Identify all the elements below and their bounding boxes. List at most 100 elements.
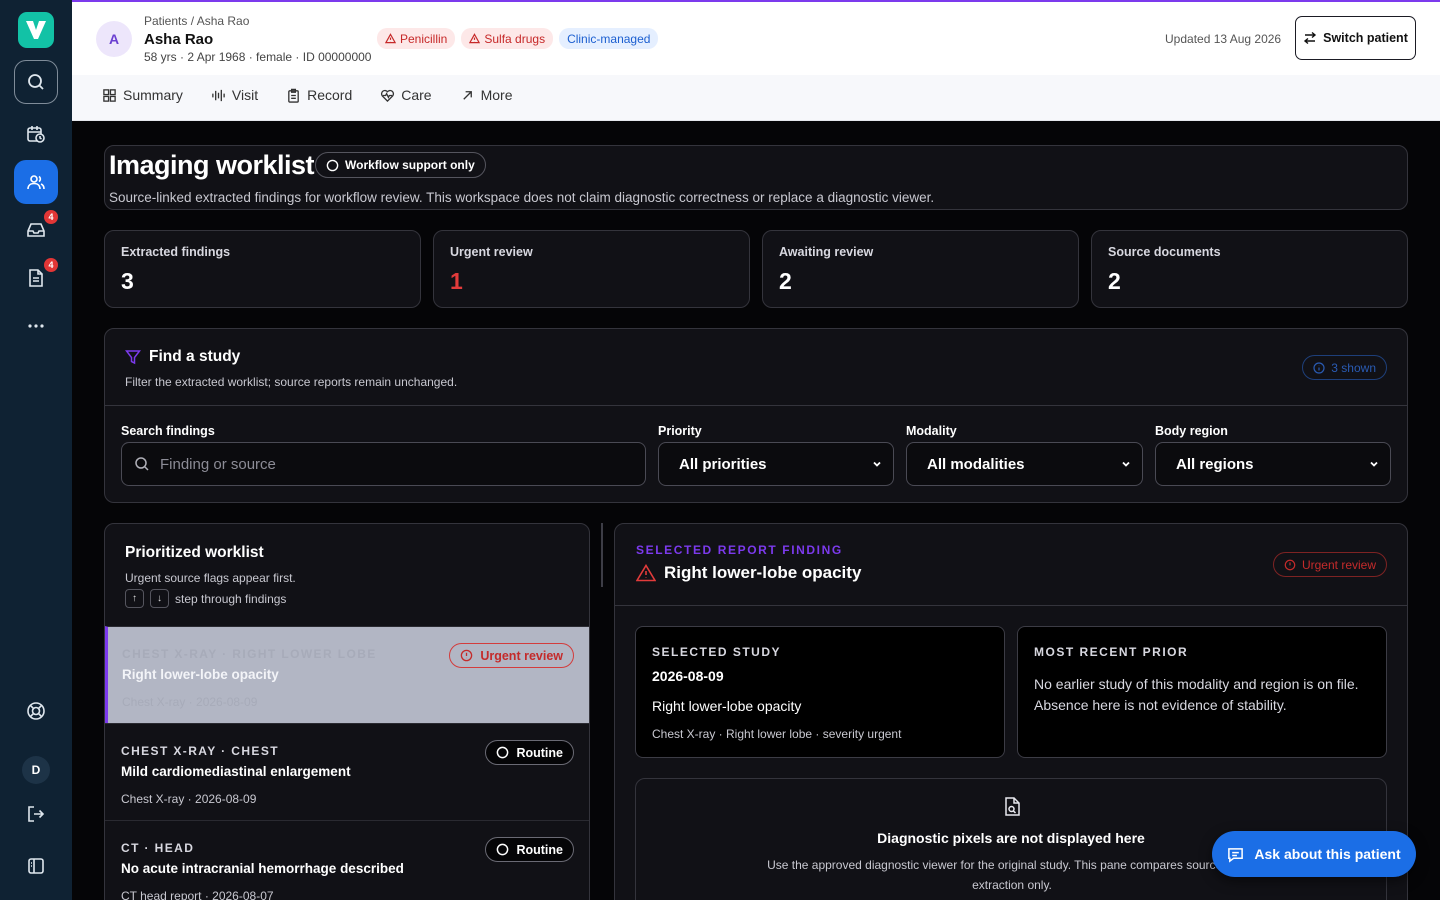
worklist-row[interactable]: CT · HEAD No acute intracranial hemorrha… bbox=[105, 820, 589, 900]
rail-inbox-button[interactable]: 4 bbox=[14, 208, 58, 252]
tab-more[interactable]: More bbox=[460, 87, 513, 103]
selected-study-label: SELECTED STUDY bbox=[652, 645, 782, 659]
rail-more-button[interactable] bbox=[14, 304, 58, 348]
rail-search-button[interactable] bbox=[14, 60, 58, 104]
page-header-card: Imaging worklist Workflow support only S… bbox=[104, 145, 1408, 210]
chip-label: Penicillin bbox=[400, 31, 448, 46]
clipboard-icon bbox=[288, 88, 299, 103]
detail-title: Right lower-lobe opacity bbox=[636, 563, 861, 583]
stat-urgent-review: Urgent review 1 bbox=[433, 230, 750, 308]
row-category: CHEST X-RAY · CHEST bbox=[121, 744, 279, 758]
search-findings-input[interactable]: Finding or source bbox=[121, 442, 646, 486]
selected-study-card: SELECTED STUDY 2026-08-09 Right lower-lo… bbox=[635, 626, 1005, 758]
detail-title-text: Right lower-lobe opacity bbox=[664, 563, 862, 582]
left-rail: 4 4 D bbox=[0, 0, 72, 900]
tab-label: Care bbox=[401, 87, 432, 103]
circle-icon bbox=[497, 843, 509, 856]
circle-icon bbox=[326, 159, 339, 171]
allergy-chip-penicillin[interactable]: Penicillin bbox=[377, 28, 456, 49]
routine-status-pill: Routine bbox=[485, 837, 574, 862]
rail-schedule-button[interactable] bbox=[14, 112, 58, 156]
detail-status: Urgent review bbox=[1301, 557, 1376, 572]
worklist-subtitle: Urgent source flags appear first. bbox=[125, 571, 296, 585]
tab-label: More bbox=[480, 87, 513, 103]
tab-visit[interactable]: Visit bbox=[211, 87, 258, 103]
worklist-row[interactable]: CHEST X-RAY · CHEST Mild cardiomediastin… bbox=[105, 723, 589, 820]
priority-value: All priorities bbox=[679, 455, 767, 473]
routine-status-pill: Routine bbox=[485, 740, 574, 765]
priority-select[interactable]: All priorities bbox=[658, 442, 894, 486]
tab-record[interactable]: Record bbox=[286, 87, 352, 103]
patient-chips: Penicillin Sulfa drugs Clinic-managed bbox=[377, 28, 659, 49]
filter-title-text: Find a study bbox=[149, 348, 241, 365]
badge-label: Workflow support only bbox=[345, 158, 475, 172]
row-title: No acute intracranial hemorrhage describ… bbox=[121, 861, 404, 876]
stat-value: 2 bbox=[779, 268, 792, 294]
stat-value: 3 bbox=[121, 268, 134, 294]
chevron-down-icon bbox=[1122, 461, 1130, 467]
tab-label: Summary bbox=[123, 87, 183, 103]
stat-label: Extracted findings bbox=[121, 245, 231, 259]
arrow-up-key-icon: ↑ bbox=[125, 589, 144, 608]
filter-subtitle: Filter the extracted worklist; source re… bbox=[125, 375, 458, 389]
swap-arrows-icon bbox=[1304, 31, 1317, 45]
patient-meta: 58 yrs · 2 Apr 1968 · female · ID 000000… bbox=[144, 50, 372, 64]
row-source: CT head report · 2026-08-07 bbox=[121, 889, 274, 900]
search-icon bbox=[135, 457, 149, 471]
modality-value: All modalities bbox=[927, 455, 1025, 473]
sidebar-panel-icon bbox=[28, 858, 44, 874]
stat-source-documents: Source documents 2 bbox=[1091, 230, 1408, 308]
ask-about-patient-button[interactable]: Ask about this patient bbox=[1212, 831, 1416, 877]
updated-timestamp: Updated 13 Aug 2026 bbox=[1165, 32, 1282, 46]
chat-message-icon bbox=[1228, 847, 1244, 863]
ask-label: Ask about this patient bbox=[1254, 846, 1401, 862]
rail-collapse-button[interactable] bbox=[14, 844, 58, 888]
patient-header: A Patients / Asha Rao Asha Rao 58 yrs · … bbox=[72, 0, 1440, 75]
stat-extracted-findings: Extracted findings 3 bbox=[104, 230, 421, 308]
switch-patient-button[interactable]: Switch patient bbox=[1295, 16, 1416, 60]
modality-select[interactable]: All modalities bbox=[906, 442, 1143, 486]
filter-icon bbox=[125, 350, 141, 365]
rail-logout-button[interactable] bbox=[14, 792, 58, 836]
search-icon bbox=[28, 74, 44, 90]
stat-value: 2 bbox=[1108, 268, 1121, 294]
audio-waveform-icon bbox=[212, 89, 225, 101]
tab-summary[interactable]: Summary bbox=[102, 87, 183, 103]
alert-circle-icon bbox=[461, 649, 473, 662]
selected-study-name: Right lower-lobe opacity bbox=[652, 698, 802, 714]
grid-icon bbox=[103, 88, 116, 102]
app-logo[interactable] bbox=[18, 12, 54, 48]
warning-icon bbox=[469, 33, 481, 44]
stat-awaiting-review: Awaiting review 2 bbox=[762, 230, 1079, 308]
arrow-up-right-icon bbox=[462, 90, 472, 100]
lifebuoy-icon bbox=[27, 702, 45, 720]
tab-label: Visit bbox=[231, 87, 259, 103]
prior-note: No earlier study of this modality and re… bbox=[1034, 676, 1359, 713]
keyboard-hint: ↑ ↓ step through findings bbox=[125, 589, 286, 608]
row-category: CHEST X-RAY · RIGHT LOWER LOBE bbox=[122, 647, 377, 661]
row-source: Chest X-ray · 2026-08-09 bbox=[121, 792, 257, 806]
detail-status-pill: Urgent review bbox=[1272, 552, 1387, 577]
tab-care[interactable]: Care bbox=[380, 87, 432, 103]
stat-label: Awaiting review bbox=[779, 245, 874, 259]
user-avatar[interactable]: D bbox=[22, 756, 50, 784]
worklist-title: Prioritized worklist bbox=[125, 544, 264, 561]
file-search-icon bbox=[1005, 797, 1020, 816]
breadcrumb[interactable]: Patients / Asha Rao bbox=[144, 14, 249, 28]
managed-chip[interactable]: Clinic-managed bbox=[559, 28, 659, 49]
inbox-icon bbox=[27, 223, 45, 237]
search-placeholder: Finding or source bbox=[160, 455, 276, 473]
inbox-badge: 4 bbox=[44, 210, 58, 224]
rail-patients-button[interactable] bbox=[14, 160, 58, 204]
workflow-support-badge: Workflow support only bbox=[315, 152, 486, 178]
users-icon bbox=[27, 175, 45, 190]
region-select[interactable]: All regions bbox=[1155, 442, 1391, 486]
rail-help-button[interactable] bbox=[14, 689, 58, 733]
modality-label: Modality bbox=[906, 424, 957, 438]
allergy-chip-sulfa[interactable]: Sulfa drugs bbox=[461, 28, 554, 49]
rail-documents-button[interactable]: 4 bbox=[14, 256, 58, 300]
pane-resize-handle[interactable] bbox=[601, 523, 603, 587]
worklist-row-selected[interactable]: CHEST X-RAY · RIGHT LOWER LOBE Right low… bbox=[105, 626, 589, 723]
most-recent-prior-card: MOST RECENT PRIOR No earlier study of th… bbox=[1017, 626, 1387, 758]
switch-patient-label: Switch patient bbox=[1323, 31, 1408, 45]
